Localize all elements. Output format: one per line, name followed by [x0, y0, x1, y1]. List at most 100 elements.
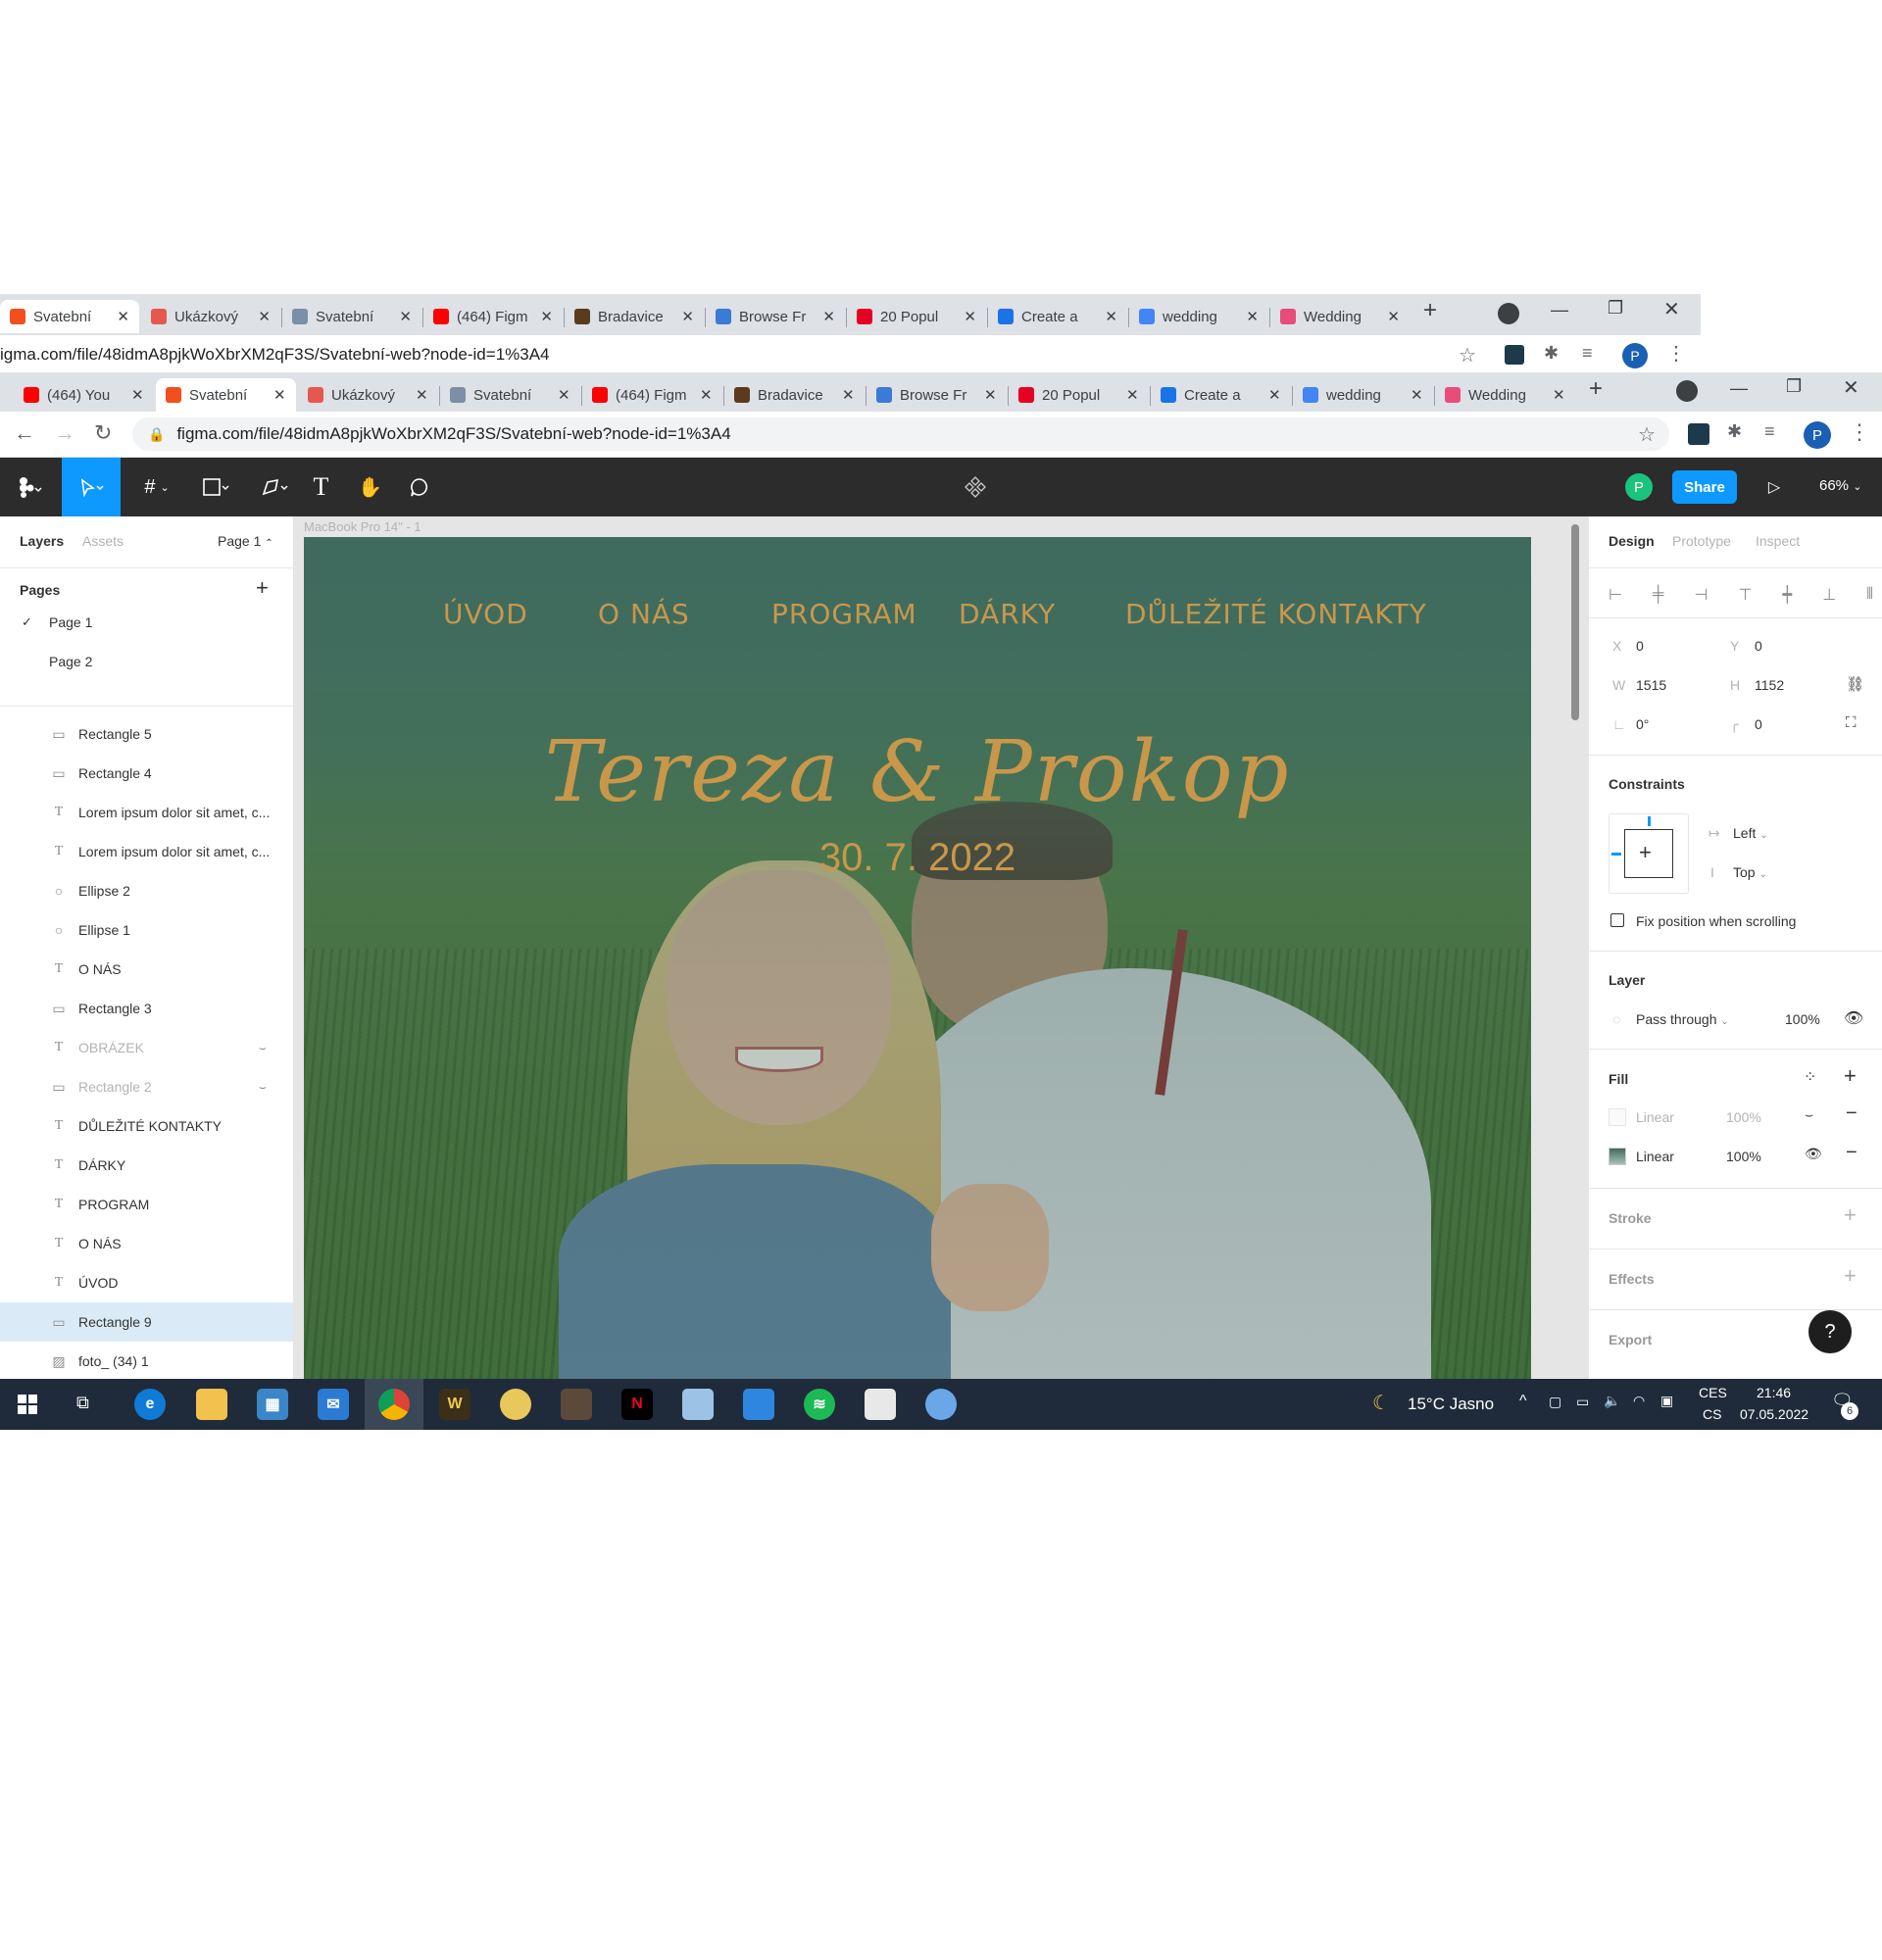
- layer-row[interactable]: T Lorem ipsum dolor sit amet, c...: [0, 793, 293, 832]
- clock-time[interactable]: 21:46: [1757, 1385, 1791, 1400]
- background-tab[interactable]: 20 Popul ✕: [847, 300, 986, 333]
- site-nav-item[interactable]: O NÁS: [598, 598, 690, 630]
- layer-row[interactable]: T O NÁS: [0, 950, 293, 989]
- background-tab[interactable]: wedding ✕: [1129, 300, 1268, 333]
- restore-icon-front[interactable]: ❐: [1786, 376, 1802, 397]
- tab-design[interactable]: Design: [1609, 533, 1655, 549]
- blend-mode-select[interactable]: Pass through ⌄: [1636, 1011, 1729, 1027]
- tab-close-icon[interactable]: ✕: [842, 386, 855, 404]
- show-hidden-icons-icon[interactable]: ^: [1519, 1393, 1527, 1410]
- tab-close-icon[interactable]: ✕: [399, 308, 412, 325]
- bookmark-star-icon[interactable]: ☆: [1459, 343, 1476, 368]
- layer-row[interactable]: ▭ Rectangle 9: [0, 1302, 293, 1342]
- layer-row[interactable]: ○ Ellipse 2: [0, 871, 293, 910]
- background-tab[interactable]: Bradavice ✕: [565, 300, 704, 333]
- corner-radius-input[interactable]: 0: [1755, 716, 1762, 732]
- weather-text[interactable]: 15°C Jasno: [1408, 1395, 1494, 1414]
- background-tab[interactable]: Ukázkový ✕: [141, 300, 280, 333]
- tab-inspect[interactable]: Inspect: [1756, 533, 1800, 549]
- edge-icon[interactable]: e: [134, 1389, 166, 1420]
- tab-close-icon[interactable]: ✕: [540, 308, 553, 325]
- remove-fill-icon[interactable]: −: [1846, 1102, 1857, 1125]
- figma-canvas[interactable]: MacBook Pro 14" - 1 ÚVOD O NÁS PROGRAM DÁRK…: [294, 516, 1588, 1379]
- snip-icon[interactable]: [865, 1389, 896, 1420]
- background-tab[interactable]: (464) Figm ✕: [423, 300, 563, 333]
- tab-search-icon-front[interactable]: [1676, 380, 1698, 402]
- tab-close-icon[interactable]: ✕: [681, 308, 694, 325]
- fix-position-checkbox[interactable]: [1610, 913, 1624, 927]
- address-bar[interactable]: 🔒 figma.com/file/48idmA8pjkWoXbrXM2qF3S/…: [132, 417, 1669, 451]
- layer-row[interactable]: T OBRÁZEK ⌣: [0, 1028, 293, 1067]
- user-avatar[interactable]: P: [1625, 473, 1653, 501]
- site-nav-item[interactable]: DŮLEŽITÉ KONTAKTY: [1125, 598, 1427, 630]
- netflix-icon[interactable]: N: [621, 1389, 653, 1420]
- minimize-icon-front[interactable]: —: [1730, 378, 1748, 399]
- constraints-widget[interactable]: +: [1609, 813, 1689, 894]
- tab-close-icon[interactable]: ✕: [1246, 308, 1259, 325]
- tab-close-icon[interactable]: ✕: [1553, 386, 1565, 404]
- align-top-icon[interactable]: ⊤: [1738, 585, 1752, 605]
- extension-icon[interactable]: [1505, 345, 1524, 365]
- distribute-icon[interactable]: ⫴: [1866, 586, 1873, 604]
- page-item-2[interactable]: Page 2: [0, 642, 293, 681]
- close-window-icon-front[interactable]: ✕: [1843, 375, 1859, 400]
- layer-row[interactable]: T PROGRAM: [0, 1185, 293, 1224]
- forward-icon[interactable]: →: [54, 420, 75, 446]
- profile-avatar-front[interactable]: P: [1804, 421, 1831, 449]
- fill-swatch-2[interactable]: [1609, 1148, 1626, 1165]
- restore-icon[interactable]: ❐: [1608, 298, 1623, 318]
- tab-close-icon[interactable]: ✕: [273, 386, 286, 404]
- wifi-icon[interactable]: ◠: [1633, 1393, 1645, 1409]
- shape-tool-icon[interactable]: [186, 458, 245, 516]
- close-window-icon[interactable]: ✕: [1663, 297, 1680, 321]
- mail-icon[interactable]: ✉: [318, 1389, 349, 1420]
- browser-tab[interactable]: wedding ✕: [1293, 378, 1433, 412]
- layer-row[interactable]: T DÁRKY: [0, 1146, 293, 1185]
- move-tool-icon[interactable]: [62, 458, 121, 516]
- spotify-icon[interactable]: ≋: [804, 1389, 835, 1420]
- eye-icon[interactable]: 👁: [1805, 1146, 1822, 1162]
- comment-tool-icon[interactable]: [397, 458, 441, 516]
- meet-now-icon[interactable]: ▢: [1549, 1394, 1561, 1410]
- site-nav-item[interactable]: DÁRKY: [959, 598, 1056, 630]
- hidden-eye-icon[interactable]: ⌣: [1805, 1106, 1813, 1123]
- y-input[interactable]: 0: [1755, 638, 1762, 654]
- puzzle-icon-front[interactable]: ✱: [1727, 421, 1742, 442]
- fill-type-2[interactable]: Linear: [1636, 1149, 1674, 1164]
- tab-close-icon[interactable]: ✕: [117, 308, 129, 325]
- layer-row[interactable]: ▭ Rectangle 5: [0, 714, 293, 754]
- fill-styles-icon[interactable]: ⁘: [1804, 1067, 1816, 1087]
- media-icon-front[interactable]: ≡: [1764, 421, 1775, 442]
- language-top[interactable]: CES: [1699, 1385, 1727, 1400]
- wedding-date[interactable]: 30. 7. 2022: [304, 836, 1531, 880]
- tab-close-icon[interactable]: ✕: [984, 386, 997, 404]
- layer-row[interactable]: ○ Ellipse 1: [0, 910, 293, 950]
- moon-weather-icon[interactable]: ☾: [1372, 1391, 1390, 1415]
- site-nav-item[interactable]: PROGRAM: [771, 598, 917, 630]
- extension-icon-front[interactable]: [1688, 423, 1709, 445]
- tab-layers[interactable]: Layers: [20, 533, 64, 549]
- warcraft-icon[interactable]: W: [439, 1389, 470, 1420]
- tab-close-icon[interactable]: ✕: [700, 386, 713, 404]
- x-input[interactable]: 0: [1636, 638, 1644, 654]
- vertical-constraint-select[interactable]: Top ⌄: [1733, 864, 1767, 880]
- figma-menu-icon[interactable]: [0, 458, 59, 516]
- browser-tab[interactable]: Bradavice ✕: [724, 378, 865, 412]
- help-button[interactable]: ?: [1808, 1310, 1852, 1353]
- layer-row[interactable]: ▭ Rectangle 4: [0, 754, 293, 793]
- task-view-icon[interactable]: ⧉: [76, 1393, 89, 1413]
- page-selector[interactable]: Page 1 ⌃: [218, 533, 273, 549]
- align-bottom-icon[interactable]: ⊥: [1822, 585, 1836, 605]
- background-tab[interactable]: Svatební ✕: [0, 300, 139, 333]
- add-fill-icon[interactable]: +: [1844, 1063, 1857, 1089]
- frame-tool-icon[interactable]: # ⌄: [127, 458, 186, 516]
- reload-icon[interactable]: ↻: [94, 420, 112, 446]
- network-icon[interactable]: ▣: [1660, 1393, 1673, 1409]
- browser-tab[interactable]: Svatební ✕: [156, 378, 296, 412]
- rotation-input[interactable]: 0°: [1636, 716, 1649, 732]
- language-bottom[interactable]: CS: [1703, 1406, 1721, 1422]
- hidden-eye-icon[interactable]: ⌣: [259, 1080, 267, 1095]
- menu-dots-icon-front[interactable]: ⋮: [1849, 419, 1870, 445]
- tab-close-icon[interactable]: ✕: [131, 386, 144, 404]
- add-stroke-icon[interactable]: +: [1844, 1202, 1857, 1228]
